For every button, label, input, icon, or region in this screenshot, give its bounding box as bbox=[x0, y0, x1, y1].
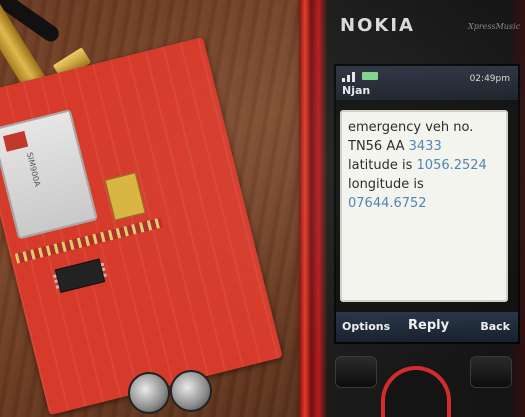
gsm-module: SIM900A bbox=[0, 109, 98, 240]
right-selection-key[interactable] bbox=[470, 356, 512, 388]
status-bar: Njan 02:49pm bbox=[336, 66, 518, 100]
vehicle-prefix: TN56 AA bbox=[348, 139, 409, 154]
status-operator: Njan bbox=[342, 84, 371, 97]
sms-message: emergency veh no. TN56 AA 3433 latitude … bbox=[340, 110, 508, 302]
phone-model: XpressMusic bbox=[468, 22, 521, 31]
battery-icon bbox=[362, 72, 378, 80]
latitude-value: 1056.2524 bbox=[416, 158, 487, 173]
signal-icon bbox=[342, 70, 378, 82]
message-line: TN56 AA 3433 bbox=[348, 137, 500, 156]
phone-screen: Njan 02:49pm emergency veh no. TN56 AA 3… bbox=[334, 64, 520, 344]
phone-brand: NOKIA bbox=[340, 15, 415, 36]
status-time: 02:49pm bbox=[469, 74, 510, 84]
photo-scene: SIM900A NOKIA XpressMusic Njan 02:49pm e… bbox=[0, 0, 525, 417]
sim-holder bbox=[104, 172, 146, 221]
module-label: SIM900A bbox=[24, 151, 42, 188]
module-logo bbox=[2, 130, 29, 152]
softkey-bar: Options Reply Back bbox=[336, 312, 518, 342]
phone-red-edge bbox=[299, 0, 311, 417]
latitude-label: latitude is bbox=[348, 158, 417, 173]
longitude-label: longitude is bbox=[348, 177, 424, 192]
message-line: latitude is 1056.2524 bbox=[348, 156, 500, 175]
message-line: emergency veh no. bbox=[348, 120, 474, 135]
ic-chip bbox=[54, 258, 106, 293]
capacitor bbox=[128, 372, 170, 414]
reply-softkey[interactable]: Reply bbox=[408, 318, 449, 333]
options-softkey[interactable]: Options bbox=[342, 320, 390, 333]
back-softkey[interactable]: Back bbox=[480, 320, 510, 333]
left-selection-key[interactable] bbox=[335, 356, 377, 388]
vehicle-number: 3433 bbox=[408, 139, 442, 154]
longitude-value: 07644.6752 bbox=[348, 196, 427, 211]
capacitor bbox=[170, 370, 212, 412]
